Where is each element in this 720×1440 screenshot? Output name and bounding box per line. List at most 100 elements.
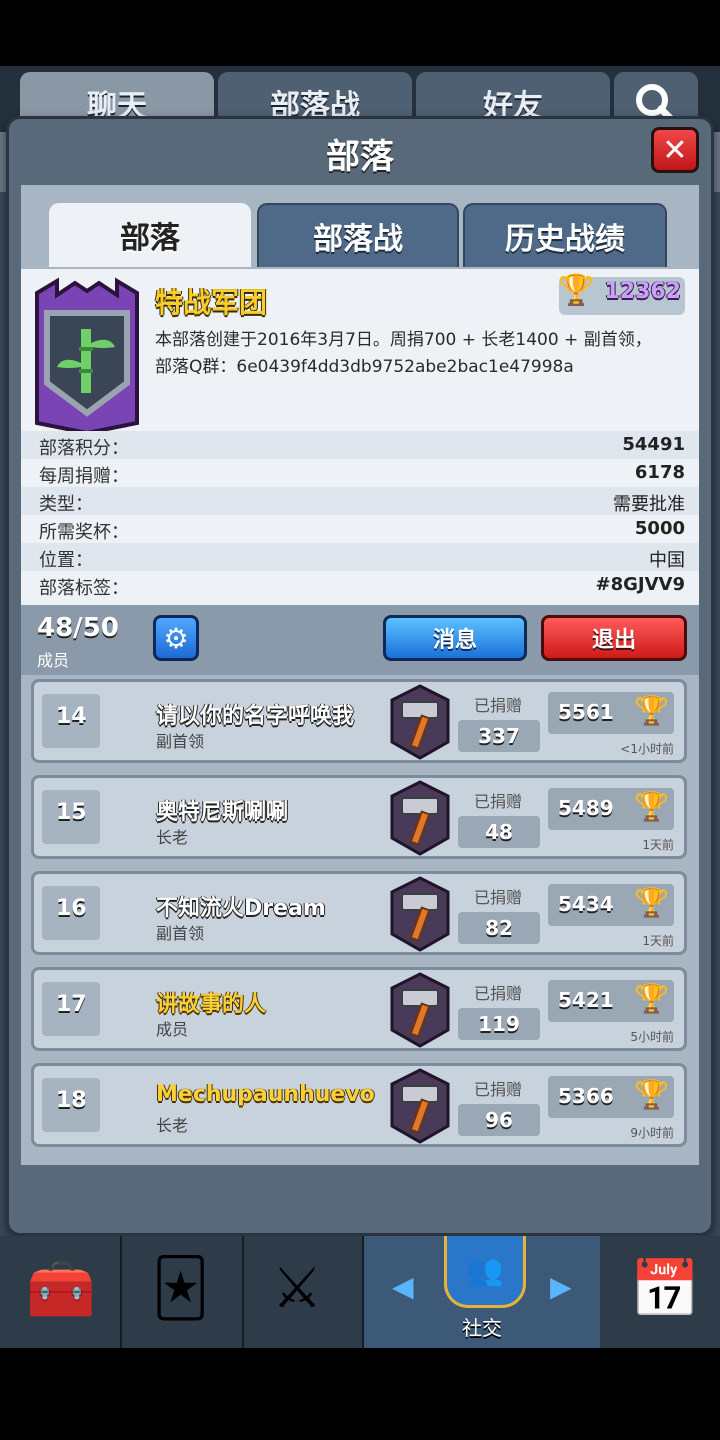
clan-badge-icon bbox=[35, 277, 139, 433]
donated-label: 已捐赠 bbox=[474, 888, 523, 907]
calendar-icon: 📅 bbox=[630, 1257, 700, 1322]
message-button[interactable]: 消息 bbox=[383, 615, 527, 661]
donated-value: 48 bbox=[485, 820, 513, 844]
hammer-badge-icon bbox=[390, 684, 450, 760]
member-rank: 15 bbox=[56, 800, 87, 825]
clan-description-line-1: 本部落创建于2016年3月7日。周捐700 + 长老1400 + 副首领， bbox=[155, 330, 652, 350]
stat-value: #8GJVV9 bbox=[595, 574, 685, 595]
stat-row-weekly-donations: 每周捐赠： 6178 bbox=[21, 459, 699, 487]
member-rank: 18 bbox=[56, 1088, 87, 1113]
member-role: 长老 bbox=[156, 1116, 189, 1135]
stat-label: 每周捐赠： bbox=[39, 466, 129, 487]
tab-clan[interactable]: 部落 bbox=[49, 203, 251, 267]
stat-row-clan-score: 部落积分： 54491 bbox=[21, 431, 699, 459]
member-trophies: 5489 bbox=[558, 796, 614, 820]
member-row[interactable]: 14 请以你的名字呼唤我副首领 已捐赠 337 5561 🏆 <1小时前 bbox=[31, 679, 687, 763]
stat-row-required-trophies: 所需奖杯： 5000 bbox=[21, 515, 699, 543]
stat-row-clan-tag: 部落标签： #8GJVV9 bbox=[21, 571, 699, 599]
last-seen: <1小时前 bbox=[620, 742, 674, 756]
member-name: 不知流火Dream bbox=[156, 896, 326, 921]
stat-value: 6178 bbox=[634, 462, 685, 483]
member-trophies: 5366 bbox=[558, 1084, 614, 1108]
member-name: 奥特尼斯唰唰 bbox=[156, 800, 289, 825]
clan-name: 特战军团 bbox=[155, 286, 268, 319]
leave-button[interactable]: 退出 bbox=[541, 615, 687, 661]
donated-value: 82 bbox=[485, 916, 513, 940]
trophy-icon: 🏆 bbox=[634, 790, 669, 823]
donated-label: 已捐赠 bbox=[474, 696, 523, 715]
member-name: 请以你的名字呼唤我 bbox=[156, 704, 355, 729]
clan-info-panel: 特战军团 🏆 12362 本部落创建于2016年3月7日。周捐700 + 长老1… bbox=[21, 269, 699, 605]
trophy-icon: 🏆 bbox=[634, 694, 669, 727]
member-trophies: 5434 bbox=[558, 892, 614, 916]
arrow-left-icon: ◀ bbox=[392, 1270, 414, 1303]
donated-value: 337 bbox=[478, 724, 520, 748]
member-row[interactable]: 16 不知流火Dream 副首领 已捐赠 82 5434 🏆 1天前 bbox=[31, 871, 687, 955]
member-row[interactable]: 15 奥特尼斯唰唰长老 已捐赠 48 5489 🏆 1天前 bbox=[31, 775, 687, 859]
close-button[interactable]: ✕ bbox=[651, 127, 699, 173]
nav-shop[interactable]: 🧰 bbox=[0, 1236, 122, 1348]
stat-value: 中国 bbox=[649, 550, 685, 571]
member-label: 成员 bbox=[37, 651, 70, 670]
stat-value: 54491 bbox=[622, 434, 685, 455]
crossed-swords-icon: ⚔ bbox=[272, 1256, 323, 1321]
hammer-badge-icon bbox=[390, 1068, 450, 1144]
gear-icon: ⚙ bbox=[163, 621, 189, 655]
members-bar: 48/50 成员 ⚙ 消息 退出 bbox=[21, 605, 699, 675]
stat-label: 所需奖杯： bbox=[39, 522, 129, 543]
member-rank: 14 bbox=[56, 704, 87, 729]
stat-row-location: 位置： 中国 bbox=[21, 543, 699, 571]
clan-trophy-value: 12362 bbox=[604, 279, 681, 304]
member-row[interactable]: 18 Mechupaunhuevo 长老 已捐赠 96 5366 🏆 9小时前 bbox=[31, 1063, 687, 1147]
close-icon: ✕ bbox=[662, 132, 688, 168]
donated-label: 已捐赠 bbox=[474, 984, 523, 1003]
member-name: 讲故事的人 bbox=[156, 992, 267, 1017]
tab-clan-war[interactable]: 部落战 bbox=[257, 203, 459, 267]
clan-description-line-2: 部落Q群：6e0439f4dd3db9752abe2bac1e47998a bbox=[155, 357, 574, 377]
tab-war-history[interactable]: 历史战绩 bbox=[463, 203, 667, 267]
stat-value: 需要批准 bbox=[613, 494, 685, 515]
stat-label: 位置： bbox=[39, 550, 93, 571]
close-button-wrap: ✕ bbox=[651, 127, 699, 173]
bottom-nav: 🧰 🃏 ⚔ ◀ 👥 ▶ 社交 📅 bbox=[0, 1236, 720, 1348]
nav-social[interactable]: ◀ 👥 ▶ 社交 bbox=[364, 1236, 600, 1348]
stat-value: 5000 bbox=[634, 518, 685, 539]
member-row[interactable]: 17 讲故事的人 成员 已捐赠 119 5421 🏆 5小时前 bbox=[31, 967, 687, 1051]
nav-cards[interactable]: 🃏 bbox=[122, 1236, 244, 1348]
stat-label: 部落标签： bbox=[39, 578, 129, 599]
trophy-icon: 🏆 bbox=[557, 273, 595, 308]
nav-events[interactable]: 📅 bbox=[600, 1236, 720, 1348]
donated-label: 已捐赠 bbox=[474, 792, 523, 811]
member-count: 48/50 bbox=[37, 613, 119, 643]
member-role: 成员 bbox=[156, 1020, 189, 1039]
last-seen: 5小时前 bbox=[630, 1030, 674, 1044]
clan-settings-button[interactable]: ⚙ bbox=[153, 615, 199, 661]
last-seen: 1天前 bbox=[642, 838, 674, 852]
nav-battle[interactable]: ⚔ bbox=[244, 1236, 364, 1348]
member-name: Mechupaunhuevo bbox=[156, 1082, 375, 1107]
stat-label: 部落积分： bbox=[39, 438, 129, 459]
last-seen: 1天前 bbox=[642, 934, 674, 948]
modal-title: 部落 bbox=[326, 137, 394, 177]
nav-social-label: 社交 bbox=[462, 1316, 502, 1340]
trophy-icon: 🏆 bbox=[634, 886, 669, 919]
member-trophies: 5561 bbox=[558, 700, 614, 724]
chest-icon: 🧰 bbox=[26, 1257, 96, 1322]
cards-icon: 🃏 bbox=[152, 1256, 210, 1321]
clan-description: 本部落创建于2016年3月7日。周捐700 + 长老1400 + 副首领， 部落… bbox=[155, 327, 685, 381]
member-role: 副首领 bbox=[156, 924, 205, 943]
hammer-badge-icon bbox=[390, 780, 450, 856]
arrow-right-icon: ▶ bbox=[550, 1270, 572, 1303]
last-seen: 9小时前 bbox=[630, 1126, 674, 1140]
trophy-icon: 🏆 bbox=[634, 1078, 669, 1111]
member-rank: 17 bbox=[56, 992, 87, 1017]
member-rank: 16 bbox=[56, 896, 87, 921]
hammer-badge-icon bbox=[390, 972, 450, 1048]
hammer-badge-icon bbox=[390, 876, 450, 952]
donated-label: 已捐赠 bbox=[474, 1080, 523, 1099]
member-role: 长老 bbox=[156, 828, 189, 847]
member-role: 副首领 bbox=[156, 732, 205, 751]
stat-row-type: 类型： 需要批准 bbox=[21, 487, 699, 515]
stat-label: 类型： bbox=[39, 494, 93, 515]
member-trophies: 5421 bbox=[558, 988, 614, 1012]
